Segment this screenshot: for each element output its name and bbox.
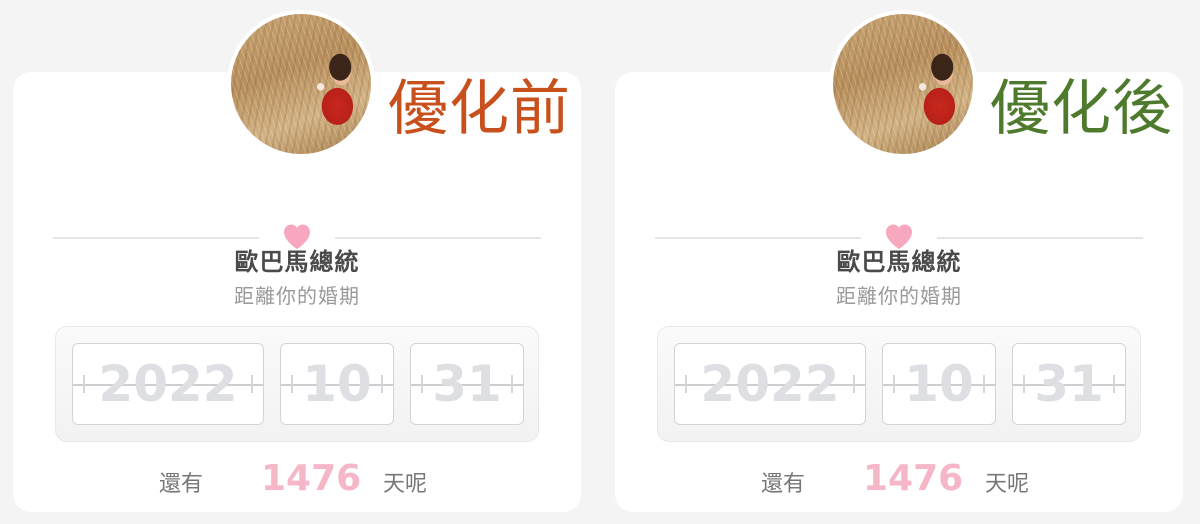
after-tag: 優化後 [990,74,1173,144]
divider-line-left [53,237,259,239]
countdown-subtitle: 距離你的婚期 [234,284,360,308]
wedding-date-display: 2022 10 31 [55,326,539,442]
before-tag: 優化前 [388,74,571,144]
profile-photo [829,10,977,158]
countdown-subtitle: 距離你的婚期 [836,284,962,308]
profile-photo [227,10,375,158]
divider-line-right [937,237,1143,239]
date-day: 31 [1012,343,1126,425]
date-month: 10 [882,343,996,425]
date-month: 10 [280,343,394,425]
remaining-days-count: 1476 [261,458,362,499]
remaining-label: 還有 [761,472,806,497]
heart-icon [284,224,310,249]
date-day: 31 [410,343,524,425]
divider-line-right [335,237,541,239]
remaining-unit: 天呢 [985,472,1030,497]
date-year: 2022 [674,343,866,425]
divider-line-left [655,237,861,239]
remaining-days-count: 1476 [863,458,964,499]
heart-icon [886,224,912,249]
remaining-label: 還有 [159,472,204,497]
remaining-unit: 天呢 [383,472,428,497]
wedding-date-display: 2022 10 31 [657,326,1141,442]
date-year: 2022 [72,343,264,425]
